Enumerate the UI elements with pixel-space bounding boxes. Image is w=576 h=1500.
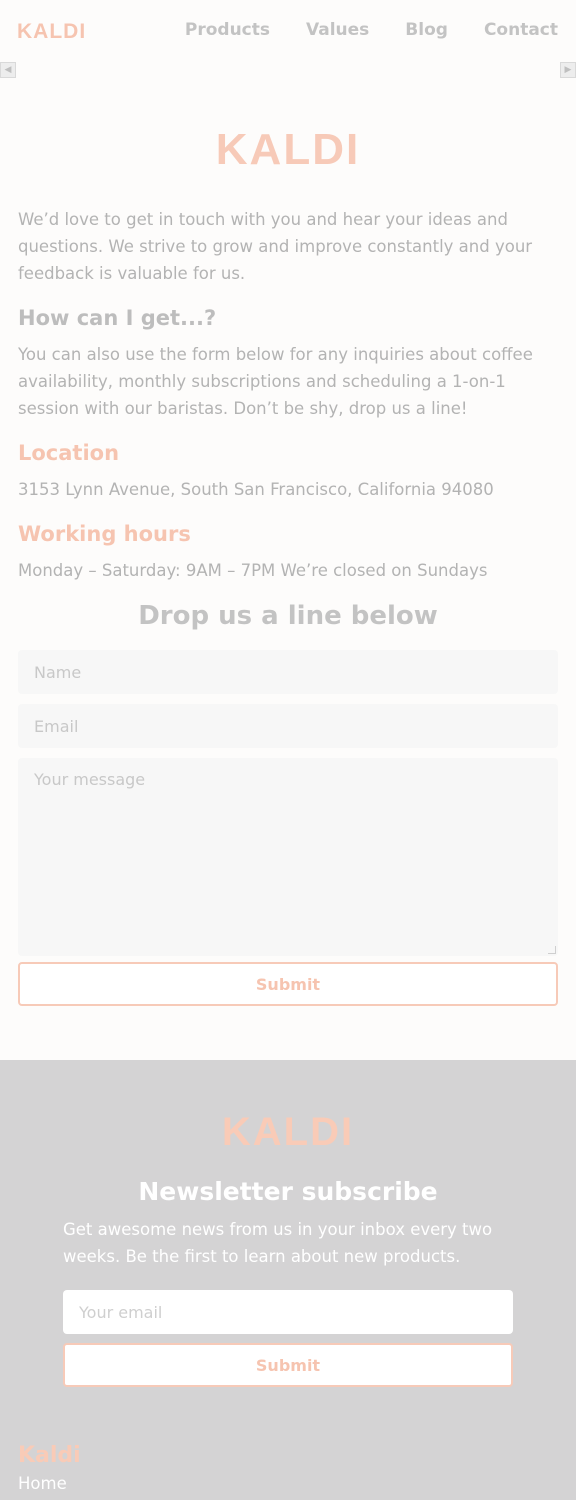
resize-grip-icon[interactable] xyxy=(548,946,556,954)
name-placeholder: Name xyxy=(34,662,82,682)
form-title: Drop us a line below xyxy=(138,601,438,631)
hero-logo: KALDI xyxy=(215,125,361,174)
email-field[interactable]: Email xyxy=(18,704,558,748)
newsletter-title: Newsletter subscribe xyxy=(138,1177,438,1206)
message-field[interactable]: Your message xyxy=(18,758,558,956)
footer: KALDI Newsletter subscribe Get awesome n… xyxy=(0,1060,576,1500)
nav-link-contact[interactable]: Contact xyxy=(484,20,558,40)
how-heading: How can I get...? xyxy=(18,306,217,330)
email-placeholder: Email xyxy=(34,716,79,736)
location-text: 3153 Lynn Avenue, South San Francisco, C… xyxy=(18,480,494,499)
top-navigation-bar: KALDI Products Values Blog Contact xyxy=(0,0,576,62)
nav-link-blog[interactable]: Blog xyxy=(405,20,448,40)
newsletter-submit-button[interactable]: Submit xyxy=(63,1343,513,1387)
intro-text: We’d love to get in touch with you and h… xyxy=(18,210,533,283)
newsletter-text: Get awesome news from us in your inbox e… xyxy=(63,1220,493,1266)
footer-logo: KALDI xyxy=(221,1110,355,1154)
nav-link-products[interactable]: Products xyxy=(185,20,270,40)
scroll-right-icon[interactable]: ▶ xyxy=(560,62,576,78)
contact-submit-button[interactable]: Submit xyxy=(18,962,558,1006)
working-hours-text: Monday – Saturday: 9AM – 7PM We’re close… xyxy=(18,561,488,580)
message-placeholder: Your message xyxy=(34,770,146,789)
nav-link-values[interactable]: Values xyxy=(306,20,369,40)
newsletter-email-placeholder: Your email xyxy=(79,1302,163,1322)
main-nav: Products Values Blog Contact xyxy=(185,20,558,40)
newsletter-email-field[interactable]: Your email xyxy=(63,1290,513,1334)
name-field[interactable]: Name xyxy=(18,650,558,694)
contact-main: KALDI We’d love to get in touch with you… xyxy=(0,128,576,1006)
header-logo[interactable]: KALDI xyxy=(17,20,86,44)
location-heading: Location xyxy=(18,441,120,465)
footer-brand: Kaldi xyxy=(18,1443,81,1468)
working-hours-heading: Working hours xyxy=(18,522,191,546)
footer-link-home[interactable]: Home xyxy=(18,1473,558,1495)
how-text: You can also use the form below for any … xyxy=(18,345,533,418)
scroll-left-icon[interactable]: ◀ xyxy=(0,62,16,78)
